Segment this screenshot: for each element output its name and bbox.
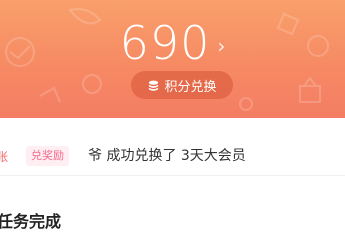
redeem-news-ticker: 张 兑奖励 爷 成功兑换了 3天大会员 bbox=[0, 137, 345, 176]
points-value[interactable]: 690 bbox=[120, 14, 211, 72]
section-title: 任务完成 bbox=[0, 212, 62, 231]
ticker-tag-badge: 兑奖励 bbox=[26, 146, 69, 166]
points-header: 690 › 积分兑换 bbox=[0, 0, 345, 118]
points-display[interactable]: 690 › bbox=[0, 14, 345, 72]
redeem-label: 积分兑换 bbox=[164, 79, 217, 95]
ticker-prev-fragment: 张 bbox=[0, 150, 9, 164]
ticker-message: 爷 成功兑换了 3天大会员 bbox=[88, 148, 246, 164]
chevron-right-icon[interactable]: › bbox=[217, 34, 225, 58]
coin-stack-icon bbox=[149, 80, 159, 91]
redeem-points-button[interactable]: 积分兑换 bbox=[131, 71, 233, 99]
